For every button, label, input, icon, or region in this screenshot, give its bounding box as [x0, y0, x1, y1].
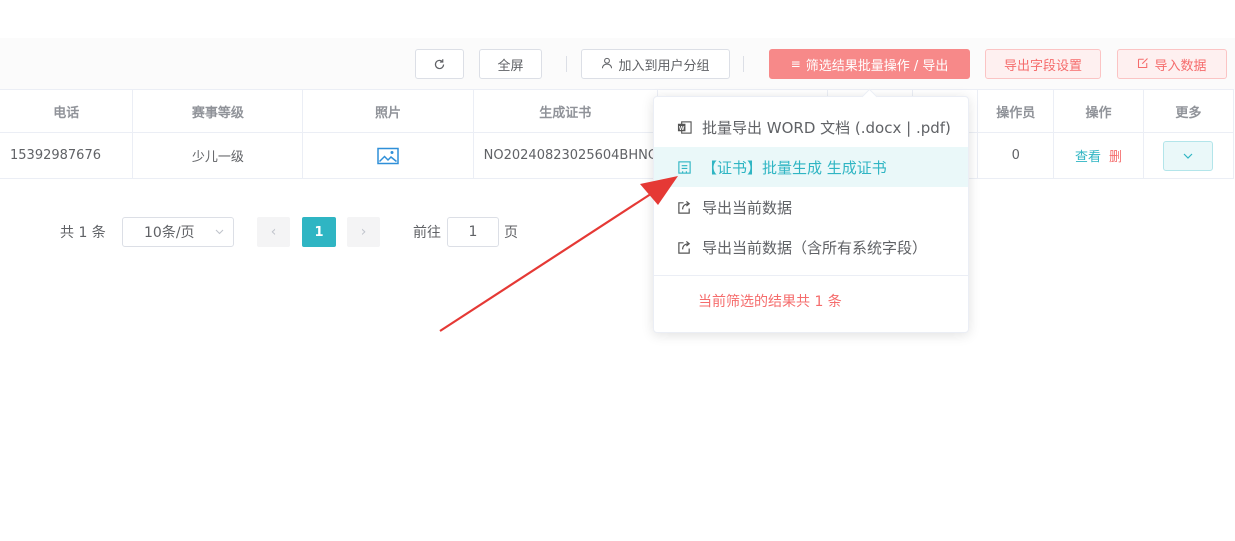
cell-level: 少儿一级	[132, 132, 304, 179]
column-header-more: 更多	[1142, 89, 1235, 133]
goto-unit-label: 页	[504, 225, 518, 241]
view-link[interactable]: 查看	[1075, 150, 1101, 165]
dropdown-item-label: 批量导出 WORD 文档 (.docx | .pdf)	[702, 118, 951, 137]
cell-operator: 0	[977, 132, 1055, 179]
dropdown-item-label: 导出当前数据（含所有系统字段）	[702, 238, 928, 257]
page-number-current[interactable]: 1	[302, 217, 336, 247]
chevron-down-icon	[1183, 149, 1193, 162]
column-header-phone[interactable]: 电话	[0, 89, 134, 133]
word-icon: W	[676, 120, 692, 135]
data-table: 电话 赛事等级 照片 生成证书 操作员 操作 更多 15392987676 少儿…	[0, 89, 1235, 179]
table-row: 15392987676 少儿一级 NO20240823025604BHNC 0 …	[0, 132, 1235, 179]
cell-more	[1142, 132, 1235, 179]
dropdown-item-generate-certificate[interactable]: 【证书】批量生成 生成证书	[654, 147, 968, 187]
fullscreen-button[interactable]: 全屏	[479, 49, 542, 79]
dropdown-item-export-current[interactable]: 导出当前数据	[654, 187, 968, 227]
add-to-group-button[interactable]: 加入到用户分组	[581, 49, 730, 79]
export-fields-button[interactable]: 导出字段设置	[985, 49, 1101, 79]
edit-icon	[1137, 57, 1149, 72]
page-size-select[interactable]: 10条/页	[122, 217, 234, 247]
cell-photo	[302, 132, 474, 179]
cell-certificate: NO20240823025604BHNC	[472, 132, 658, 179]
batch-operation-button[interactable]: ≡ 筛选结果批量操作 / 导出	[769, 49, 970, 79]
refresh-button[interactable]	[415, 49, 464, 79]
delete-link[interactable]: 删	[1109, 150, 1122, 165]
menu-icon: ≡	[790, 57, 801, 71]
dropdown-item-export-word[interactable]: W 批量导出 WORD 文档 (.docx | .pdf)	[654, 107, 968, 147]
user-icon	[601, 57, 613, 72]
cell-phone: 15392987676	[0, 132, 134, 179]
column-header-photo[interactable]: 照片	[302, 89, 474, 133]
import-data-label: 导入数据	[1154, 58, 1207, 74]
batch-operation-label: 筛选结果批量操作 / 导出	[805, 58, 949, 74]
batch-operation-dropdown: W 批量导出 WORD 文档 (.docx | .pdf) 【证书】批量生成 生…	[653, 88, 969, 333]
column-header-actions: 操作	[1053, 89, 1144, 133]
table-header: 电话 赛事等级 照片 生成证书 操作员 操作 更多	[0, 89, 1235, 133]
dropdown-item-label: 【证书】批量生成 生成证书	[702, 158, 887, 177]
goto-page-input[interactable]: 1	[447, 217, 499, 247]
prev-page-button[interactable]: ‹	[257, 217, 290, 247]
chevron-right-icon: ›	[360, 224, 367, 240]
refresh-icon	[433, 58, 446, 71]
export-icon	[676, 240, 692, 255]
more-dropdown-button[interactable]	[1163, 140, 1214, 171]
next-page-button[interactable]: ›	[347, 217, 380, 247]
toolbar-divider	[566, 56, 567, 72]
dropdown-item-export-all-fields[interactable]: 导出当前数据（含所有系统字段）	[654, 227, 968, 267]
goto-label: 前往	[413, 225, 441, 241]
column-header-operator[interactable]: 操作员	[977, 89, 1055, 133]
chevron-down-icon	[215, 227, 224, 238]
page-size-value: 10条/页	[144, 225, 195, 241]
toolbar-divider	[743, 56, 744, 72]
chevron-left-icon: ‹	[270, 224, 277, 240]
dropdown-item-label: 导出当前数据	[702, 198, 793, 217]
pagination: 共 1 条 10条/页 ‹ 1 › 前往 1 页	[0, 217, 700, 247]
svg-text:W: W	[679, 125, 685, 131]
add-to-group-label: 加入到用户分组	[618, 58, 710, 74]
certificate-icon	[676, 160, 692, 175]
column-header-level[interactable]: 赛事等级	[132, 89, 304, 133]
pagination-total: 共 1 条	[60, 225, 106, 241]
cell-actions: 查看删	[1053, 132, 1144, 179]
dropdown-result-count: 当前筛选的结果共 1 条	[698, 294, 842, 310]
column-header-certificate[interactable]: 生成证书	[472, 89, 658, 133]
export-icon	[676, 200, 692, 215]
dropdown-divider	[654, 275, 968, 276]
import-data-button[interactable]: 导入数据	[1117, 49, 1227, 79]
image-icon[interactable]	[377, 147, 399, 165]
